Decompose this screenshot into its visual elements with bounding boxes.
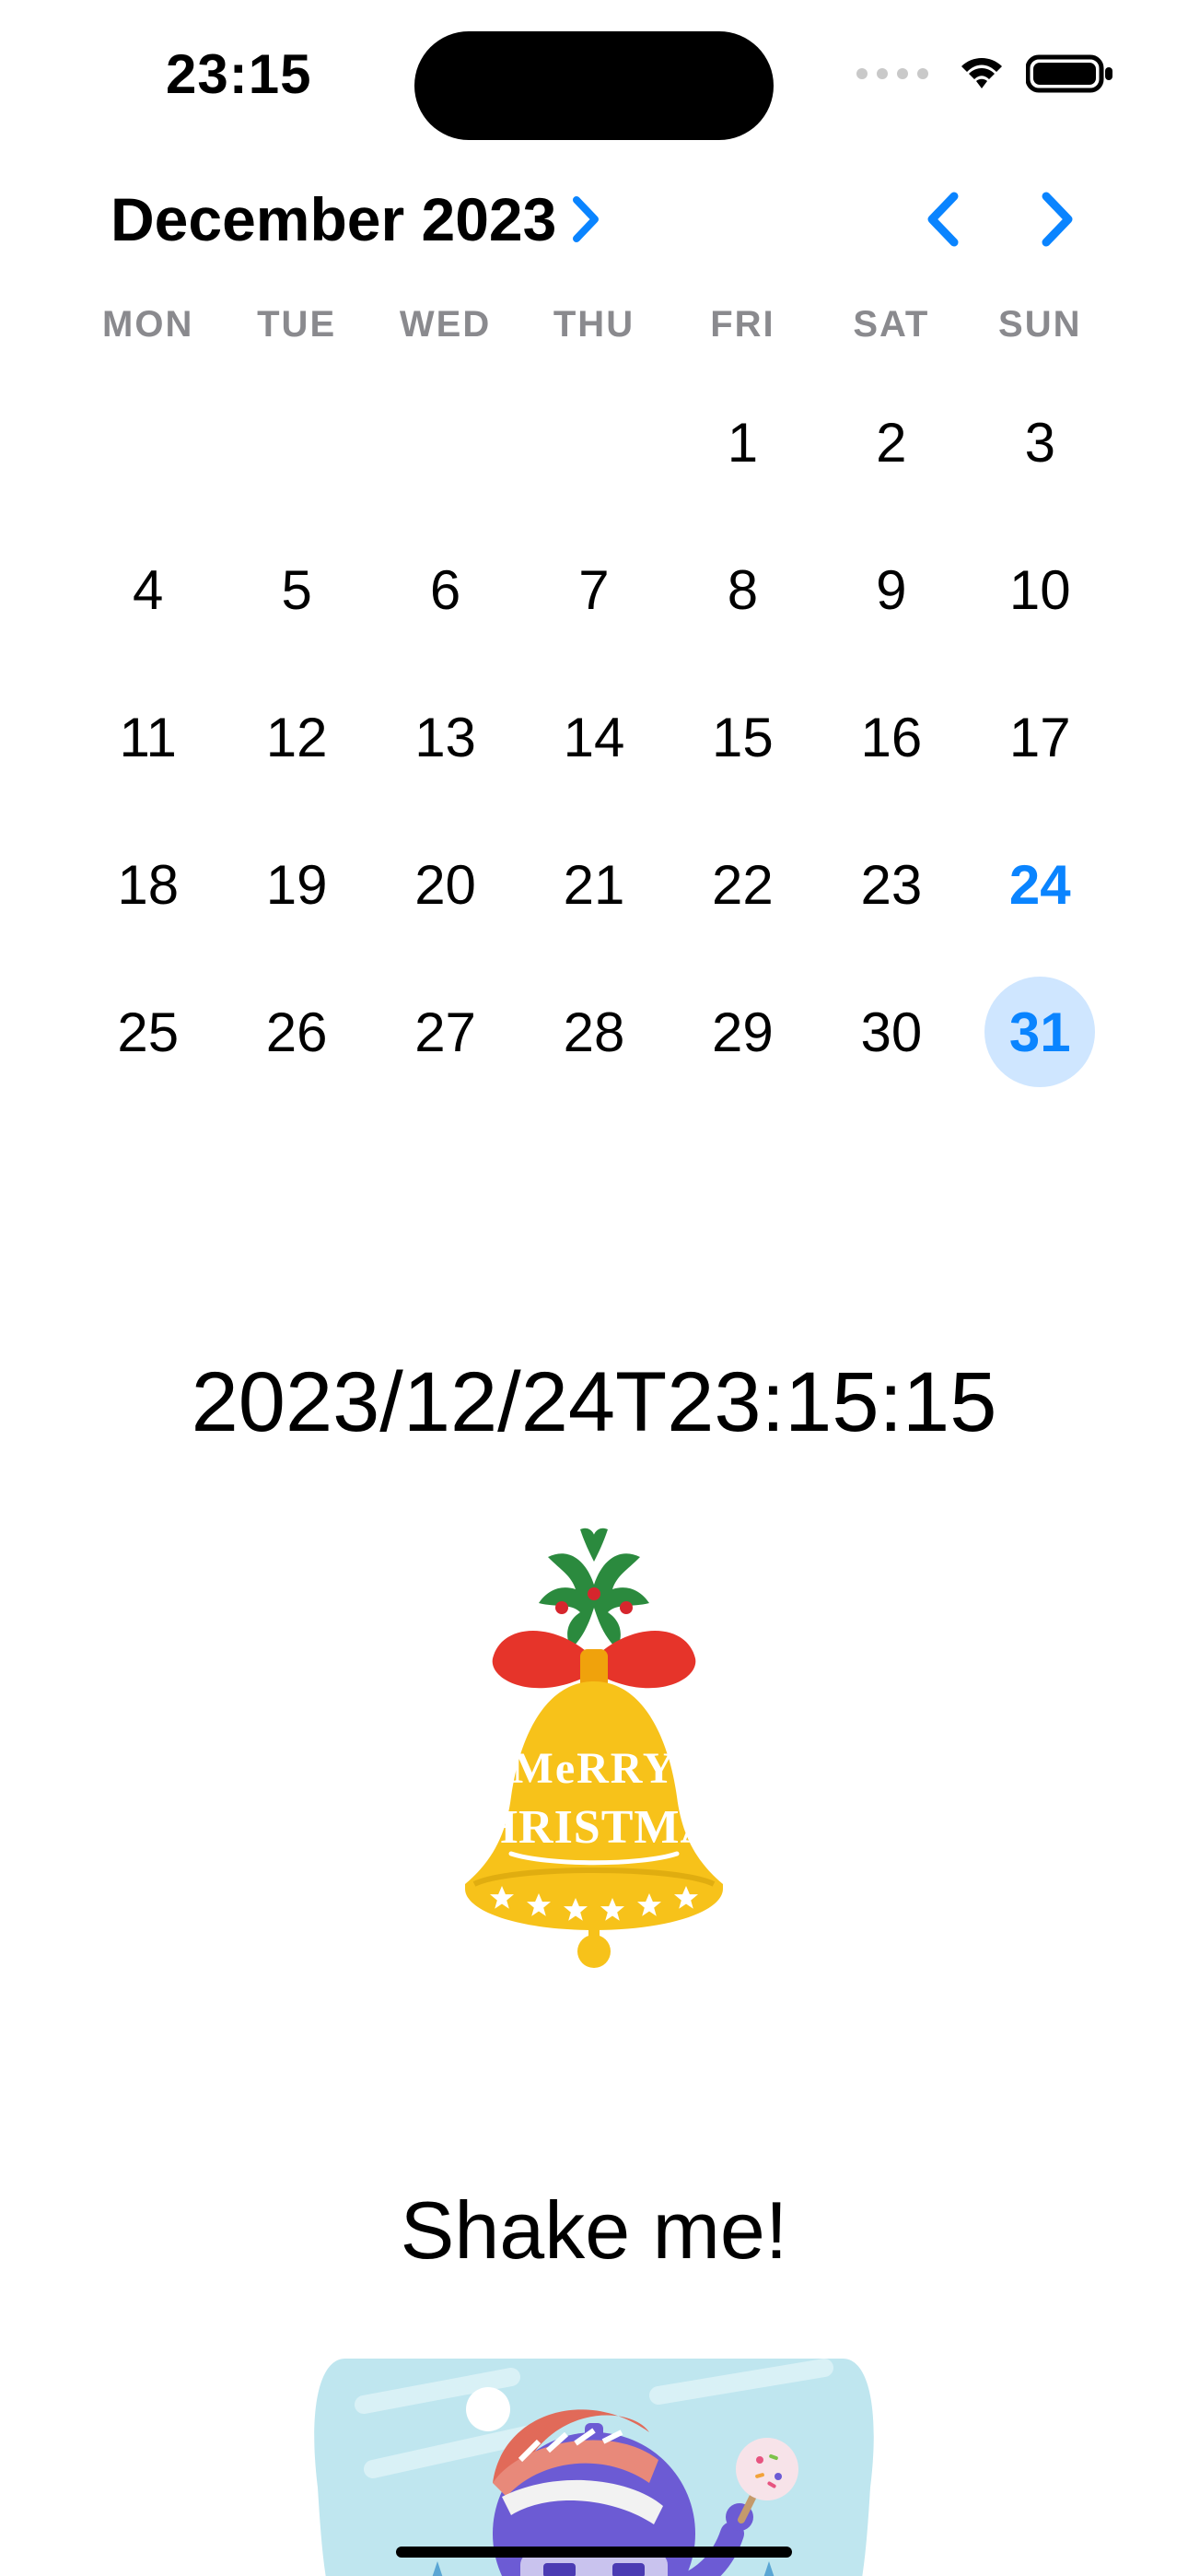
calendar-day[interactable]: 17 xyxy=(966,663,1114,811)
calendar-day-number: 22 xyxy=(687,829,798,940)
calendar-day[interactable]: 6 xyxy=(371,516,519,663)
calendar-day-empty xyxy=(222,369,370,516)
calendar-day[interactable]: 29 xyxy=(669,958,817,1106)
weekday-label: FRI xyxy=(669,304,817,345)
calendar-day[interactable]: 27 xyxy=(371,958,519,1106)
calendar-day[interactable]: 15 xyxy=(669,663,817,811)
shake-me-label: Shake me! xyxy=(0,2184,1188,2277)
calendar-day-number: 6 xyxy=(390,534,501,645)
calendar-day-number: 13 xyxy=(390,682,501,792)
calendar-day-number: 23 xyxy=(836,829,947,940)
prev-month-button[interactable] xyxy=(923,189,963,250)
calendar-day-number: 15 xyxy=(687,682,798,792)
calendar-day-number: 27 xyxy=(390,977,501,1087)
calendar-day[interactable]: 24 xyxy=(966,811,1114,958)
calendar-day[interactable]: 13 xyxy=(371,663,519,811)
calendar-day-number: 7 xyxy=(539,534,649,645)
calendar-day[interactable]: 25 xyxy=(74,958,222,1106)
calendar-day-number: 17 xyxy=(984,682,1095,792)
calendar-day-number: 5 xyxy=(241,534,352,645)
calendar-day-number: 21 xyxy=(539,829,649,940)
calendar-day-empty xyxy=(371,369,519,516)
weekday-label: TUE xyxy=(222,304,370,345)
calendar-day-empty xyxy=(519,369,668,516)
cellular-dots-icon xyxy=(856,68,928,79)
weekday-label: SUN xyxy=(966,304,1114,345)
calendar-day-number: 16 xyxy=(836,682,947,792)
calendar-day[interactable]: 4 xyxy=(74,516,222,663)
timestamp-label: 2023/12/24T23:15:15 xyxy=(0,1354,1188,1451)
calendar-day-number: 9 xyxy=(836,534,947,645)
weekday-label: WED xyxy=(371,304,519,345)
calendar-day-number: 19 xyxy=(241,829,352,940)
calendar-day[interactable]: 28 xyxy=(519,958,668,1106)
calendar-day[interactable]: 23 xyxy=(817,811,965,958)
calendar-day-number: 10 xyxy=(984,534,1095,645)
weekday-label: SAT xyxy=(817,304,965,345)
calendar-day-number: 31 xyxy=(984,977,1095,1087)
weekday-label: MON xyxy=(74,304,222,345)
calendar-day[interactable]: 10 xyxy=(966,516,1114,663)
calendar-day[interactable]: 1 xyxy=(669,369,817,516)
battery-icon xyxy=(1026,53,1114,94)
calendar-day-number: 18 xyxy=(93,829,204,940)
month-picker-button[interactable]: December 2023 xyxy=(111,184,602,254)
christmas-bell-image: MeRRY CHRISTMAS xyxy=(401,1520,787,1985)
calendar-day-number: 12 xyxy=(241,682,352,792)
next-month-button[interactable] xyxy=(1037,189,1077,250)
calendar-day[interactable]: 7 xyxy=(519,516,668,663)
calendar-day[interactable]: 20 xyxy=(371,811,519,958)
calendar-day-number: 29 xyxy=(687,977,798,1087)
wifi-icon xyxy=(958,55,1006,92)
calendar-day[interactable]: 3 xyxy=(966,369,1114,516)
calendar-header: December 2023 xyxy=(0,184,1188,254)
calendar-day[interactable]: 30 xyxy=(817,958,965,1106)
calendar-day-number: 26 xyxy=(241,977,352,1087)
calendar-day[interactable]: 18 xyxy=(74,811,222,958)
calendar-day-number: 8 xyxy=(687,534,798,645)
calendar-day-number: 24 xyxy=(984,829,1095,940)
calendar-grid: 1234567891011121314151617181920212223242… xyxy=(0,369,1188,1106)
weekday-row: MON TUE WED THU FRI SAT SUN xyxy=(0,304,1188,345)
calendar-day-number: 1 xyxy=(687,387,798,498)
bell-text-line2: CHRISTMAS xyxy=(445,1801,743,1854)
calendar-day[interactable]: 2 xyxy=(817,369,965,516)
calendar-day[interactable]: 31 xyxy=(966,958,1114,1106)
calendar-day[interactable]: 12 xyxy=(222,663,370,811)
calendar-day[interactable]: 16 xyxy=(817,663,965,811)
calendar-day[interactable]: 26 xyxy=(222,958,370,1106)
calendar-day-empty xyxy=(74,369,222,516)
bell-text-line1: MeRRY xyxy=(512,1744,677,1793)
calendar-day[interactable]: 19 xyxy=(222,811,370,958)
month-label: December 2023 xyxy=(111,184,556,254)
calendar-day[interactable]: 9 xyxy=(817,516,965,663)
calendar-day-number: 14 xyxy=(539,682,649,792)
status-time: 23:15 xyxy=(166,42,311,106)
calendar-day-number: 4 xyxy=(93,534,204,645)
calendar-day-number: 25 xyxy=(93,977,204,1087)
calendar-day[interactable]: 5 xyxy=(222,516,370,663)
calendar-day-number: 30 xyxy=(836,977,947,1087)
calendar-day[interactable]: 21 xyxy=(519,811,668,958)
status-right xyxy=(856,53,1114,94)
calendar-day[interactable]: 14 xyxy=(519,663,668,811)
weekday-label: THU xyxy=(519,304,668,345)
calendar-day-number: 3 xyxy=(984,387,1095,498)
calendar-day-number: 28 xyxy=(539,977,649,1087)
calendar-day[interactable]: 11 xyxy=(74,663,222,811)
calendar-day[interactable]: 22 xyxy=(669,811,817,958)
calendar-day-number: 11 xyxy=(93,682,204,792)
calendar-day[interactable]: 8 xyxy=(669,516,817,663)
calendar-day-number: 2 xyxy=(836,387,947,498)
home-indicator xyxy=(396,2547,792,2558)
calendar-day-number: 20 xyxy=(390,829,501,940)
chevron-right-icon xyxy=(571,196,602,242)
robot-image[interactable]: .NET xyxy=(309,2322,879,2576)
dynamic-island xyxy=(414,31,774,140)
